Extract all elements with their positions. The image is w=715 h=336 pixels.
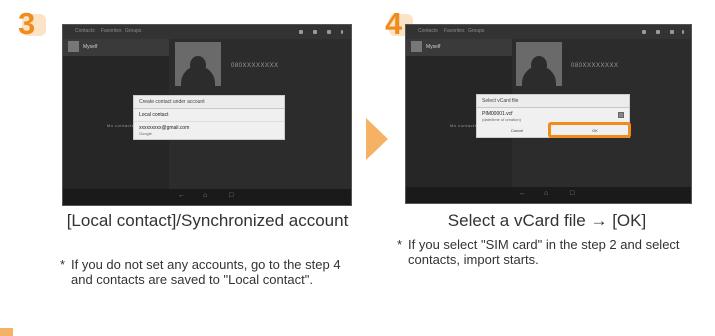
note-marker: * [60, 257, 66, 272]
recent-apps-icon[interactable]: □ [570, 190, 574, 197]
tab-contacts[interactable]: Contacts [418, 28, 438, 34]
dialog-option-google-account[interactable]: xxxxxxxxx@gmail.com Google [134, 122, 284, 139]
ok-button-highlight [548, 122, 631, 138]
search-icon[interactable] [299, 30, 303, 34]
person-silhouette-body [181, 66, 215, 86]
person-silhouette-body [522, 66, 556, 86]
phone-number: 080XXXXXXXX [571, 63, 619, 69]
edit-icon[interactable] [327, 30, 331, 34]
edit-icon[interactable] [670, 30, 674, 34]
tab-groups[interactable]: Groups [468, 28, 484, 34]
radio-selected-icon[interactable] [618, 112, 624, 118]
step-3-note: * If you do not set any accounts, go to … [60, 257, 350, 287]
menu-icon[interactable] [341, 30, 343, 34]
step-3-number: 3 [18, 6, 36, 41]
home-icon[interactable]: ⌂ [544, 190, 548, 197]
dialog-option-sublabel: Google [139, 131, 152, 136]
note-text: If you do not set any accounts, go to th… [71, 257, 341, 287]
search-icon[interactable] [642, 30, 646, 34]
step-4-screenshot: Contacts Favorites Groups Myself 080XXXX… [405, 24, 692, 204]
contact-photo-placeholder [175, 42, 221, 86]
tab-groups[interactable]: Groups [125, 28, 141, 34]
dialog-option-local-contact[interactable]: Local contact [134, 109, 284, 122]
list-item-label: Myself [83, 44, 98, 50]
page-corner-mark [0, 328, 13, 336]
step-4-note: * If you select "SIM card" in the step 2… [397, 237, 697, 267]
account-dialog: Create contact under account Local conta… [133, 95, 285, 140]
app-action-bar: Contacts Favorites Groups [406, 25, 691, 39]
note-marker: * [397, 237, 403, 252]
tab-favorites[interactable]: Favorites [101, 28, 122, 34]
list-item-label: Myself [426, 44, 441, 50]
list-item[interactable]: Myself [406, 39, 512, 56]
system-nav-bar: ← ⌂ □ [63, 189, 351, 205]
step-3-caption: [Local contact]/Synchronized account [66, 211, 349, 230]
menu-icon[interactable] [682, 30, 684, 34]
back-icon[interactable]: ← [519, 190, 526, 197]
app-action-bar: Contacts Favorites Groups [63, 25, 351, 39]
dialog-title: Create contact under account [134, 96, 284, 109]
dialog-option-label: Local contact [139, 112, 169, 118]
no-contacts-label: Mo contacts [450, 123, 478, 128]
step-4-caption: Select a vCard file → [OK] [447, 211, 647, 230]
next-step-arrow-icon [366, 118, 388, 160]
home-icon[interactable]: ⌂ [203, 192, 207, 199]
tab-contacts[interactable]: Contacts [75, 28, 95, 34]
recent-apps-icon[interactable]: □ [229, 192, 233, 199]
tab-favorites[interactable]: Favorites [444, 28, 465, 34]
avatar [68, 41, 79, 52]
cancel-button[interactable]: Cancel [497, 128, 537, 133]
add-contact-icon[interactable] [313, 30, 317, 34]
phone-number: 080XXXXXXXX [231, 63, 279, 69]
back-icon[interactable]: ← [178, 192, 185, 199]
step-3-screenshot: Contacts Favorites Groups Myself 080XXXX… [62, 24, 352, 206]
list-item[interactable]: Myself [63, 39, 169, 56]
system-nav-bar: ← ⌂ □ [406, 187, 691, 203]
step-4-number: 4 [385, 6, 403, 41]
note-text: If you select "SIM card" in the step 2 a… [408, 237, 680, 267]
no-contacts-label: Mo contacts [107, 123, 135, 128]
contact-photo-placeholder [516, 42, 562, 86]
dialog-title: Select vCard file [477, 95, 629, 108]
add-contact-icon[interactable] [656, 30, 660, 34]
avatar [411, 41, 422, 52]
